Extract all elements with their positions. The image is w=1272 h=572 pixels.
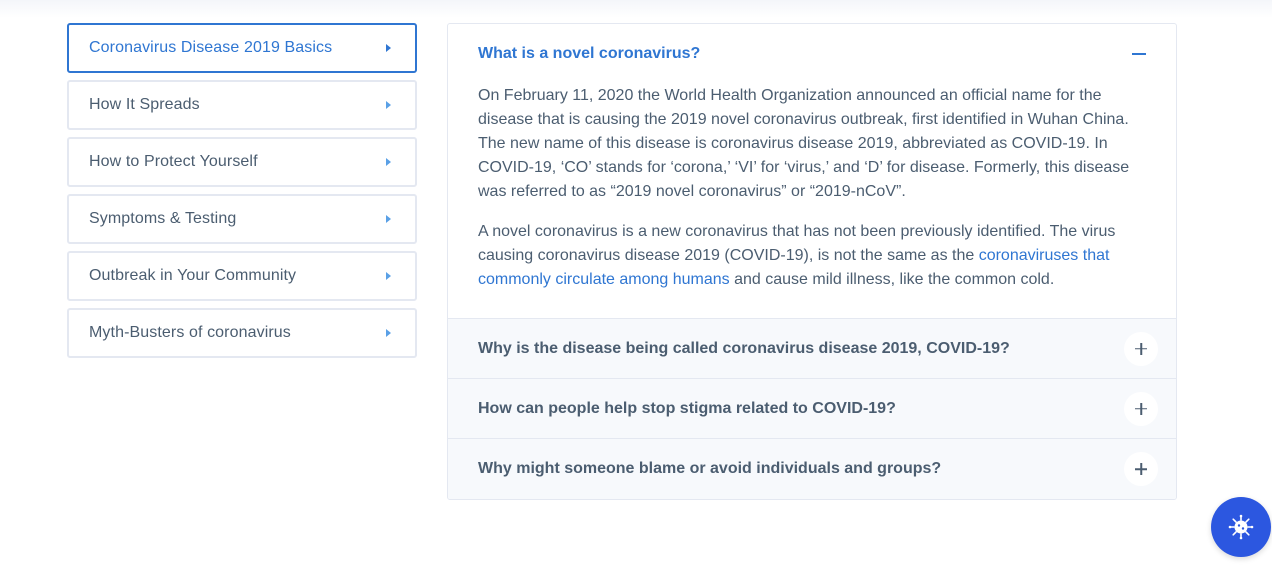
sidebar-item-basics[interactable]: Coronavirus Disease 2019 Basics xyxy=(67,23,417,73)
faq-question: Why might someone blame or avoid individ… xyxy=(478,460,942,477)
expand-plus-icon[interactable] xyxy=(1124,452,1158,486)
sidebar-item-label: Outbreak in Your Community xyxy=(89,267,297,284)
faq-item[interactable]: How can people help stop stigma related … xyxy=(448,379,1176,439)
caret-right-icon xyxy=(386,101,391,109)
answer-text: and cause mild illness, like the common … xyxy=(729,271,1055,288)
answer-paragraph: On February 11, 2020 the World Health Or… xyxy=(478,87,1130,200)
faq-question: What is a novel coronavirus? xyxy=(478,45,701,62)
sidebar-item-label: How to Protect Yourself xyxy=(89,153,258,170)
caret-right-icon xyxy=(386,272,391,280)
answer-paragraph: A novel coronavirus is a new coronavirus… xyxy=(478,220,1146,292)
virus-fab-button[interactable] xyxy=(1211,497,1271,557)
sidebar-item-label: Coronavirus Disease 2019 Basics xyxy=(89,39,333,56)
sidebar-item-label: Symptoms & Testing xyxy=(89,210,237,227)
expand-plus-icon[interactable] xyxy=(1124,331,1158,366)
sidebar-item-label: How It Spreads xyxy=(89,96,200,113)
faq-question: Why is the disease being called coronavi… xyxy=(478,339,1010,357)
sidebar-item-how-it-spreads[interactable]: How It Spreads xyxy=(67,80,417,130)
sidebar-item-label: Myth-Busters of coronavirus xyxy=(89,324,291,341)
sidebar-item-outbreak-community[interactable]: Outbreak in Your Community xyxy=(67,251,417,301)
topic-sidebar: Coronavirus Disease 2019 Basics How It S… xyxy=(67,23,417,365)
virus-icon xyxy=(1228,514,1254,540)
faq-item[interactable]: Why might someone blame or avoid individ… xyxy=(448,439,1176,499)
faq-question: How can people help stop stigma related … xyxy=(478,399,896,417)
sidebar-item-symptoms-testing[interactable]: Symptoms & Testing xyxy=(67,194,417,244)
faq-item-open: What is a novel coronavirus? On February… xyxy=(448,24,1176,319)
sidebar-item-protect-yourself[interactable]: How to Protect Yourself xyxy=(67,137,417,187)
top-gradient-strip xyxy=(0,0,1272,18)
faq-accordion: What is a novel coronavirus? On February… xyxy=(447,23,1177,500)
faq-answer: On February 11, 2020 the World Health Or… xyxy=(478,84,1146,318)
collapse-minus-icon[interactable] xyxy=(1132,47,1146,61)
caret-right-icon xyxy=(386,215,391,223)
caret-right-icon xyxy=(386,329,391,337)
sidebar-item-myth-busters[interactable]: Myth-Busters of coronavirus xyxy=(67,308,417,358)
faq-item-header[interactable]: What is a novel coronavirus? xyxy=(478,24,1146,84)
caret-right-icon xyxy=(386,44,391,52)
faq-item[interactable]: Why is the disease being called coronavi… xyxy=(448,319,1176,379)
expand-plus-icon[interactable] xyxy=(1124,391,1158,426)
caret-right-icon xyxy=(386,158,391,166)
